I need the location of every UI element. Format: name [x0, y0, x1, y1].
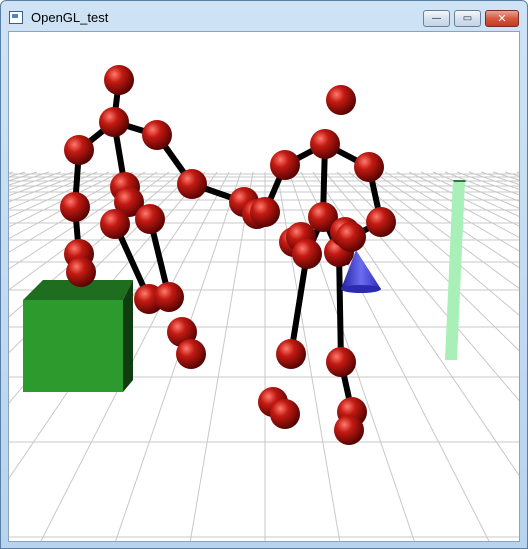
grid-line-depth	[492, 171, 519, 181]
skeleton-joint	[100, 209, 130, 239]
skeleton-joint	[66, 257, 96, 287]
scene-objects	[23, 65, 466, 445]
skeleton-joint	[60, 192, 90, 222]
pillar-top	[453, 180, 466, 182]
skeleton-joint	[326, 85, 356, 115]
skeleton-joint	[334, 415, 364, 445]
minimize-icon: —	[431, 13, 442, 24]
skeleton-joint	[104, 65, 134, 95]
opengl-viewport[interactable]	[8, 31, 520, 542]
grid-line-depth	[9, 171, 26, 178]
skeleton-joint	[366, 207, 396, 237]
cone-base	[341, 285, 381, 293]
maximize-icon: ▭	[462, 13, 473, 24]
maximize-button[interactable]: ▭	[454, 10, 481, 27]
skeleton-bone	[336, 249, 344, 365]
title-bar[interactable]: OpenGL_test — ▭ ✕	[1, 1, 527, 31]
skeleton-joint	[142, 120, 172, 150]
close-icon: ✕	[497, 12, 507, 25]
skeleton-joint	[354, 152, 384, 182]
grid-line-depth	[456, 171, 519, 196]
app-window-icon[interactable]	[9, 11, 23, 24]
skeleton-joint	[250, 197, 280, 227]
skeleton-joint	[326, 347, 356, 377]
scene-canvas	[9, 65, 519, 541]
skeleton-joint	[64, 135, 94, 165]
grid-line-depth	[516, 171, 519, 174]
minimize-button[interactable]: —	[423, 10, 450, 27]
app-window: OpenGL_test — ▭ ✕	[0, 0, 528, 549]
skeleton-joint	[177, 169, 207, 199]
skeleton-joint	[99, 107, 129, 137]
skeleton-joint	[276, 339, 306, 369]
grid-line-depth	[468, 171, 519, 190]
close-button[interactable]: ✕	[485, 10, 519, 27]
skeleton-joint	[154, 282, 184, 312]
skeleton-joint	[270, 150, 300, 180]
cube-front-face	[23, 300, 123, 392]
grid-line-depth	[504, 171, 519, 177]
skeleton-joint	[336, 222, 366, 252]
window-title: OpenGL_test	[31, 10, 109, 25]
grid-line-depth	[408, 171, 519, 227]
grid-line-depth	[9, 171, 14, 174]
skeleton-joint	[176, 339, 206, 369]
skeleton-joint	[310, 129, 340, 159]
skeleton-joint	[292, 239, 322, 269]
skeleton-joint	[135, 204, 165, 234]
skeleton-joint	[270, 399, 300, 429]
